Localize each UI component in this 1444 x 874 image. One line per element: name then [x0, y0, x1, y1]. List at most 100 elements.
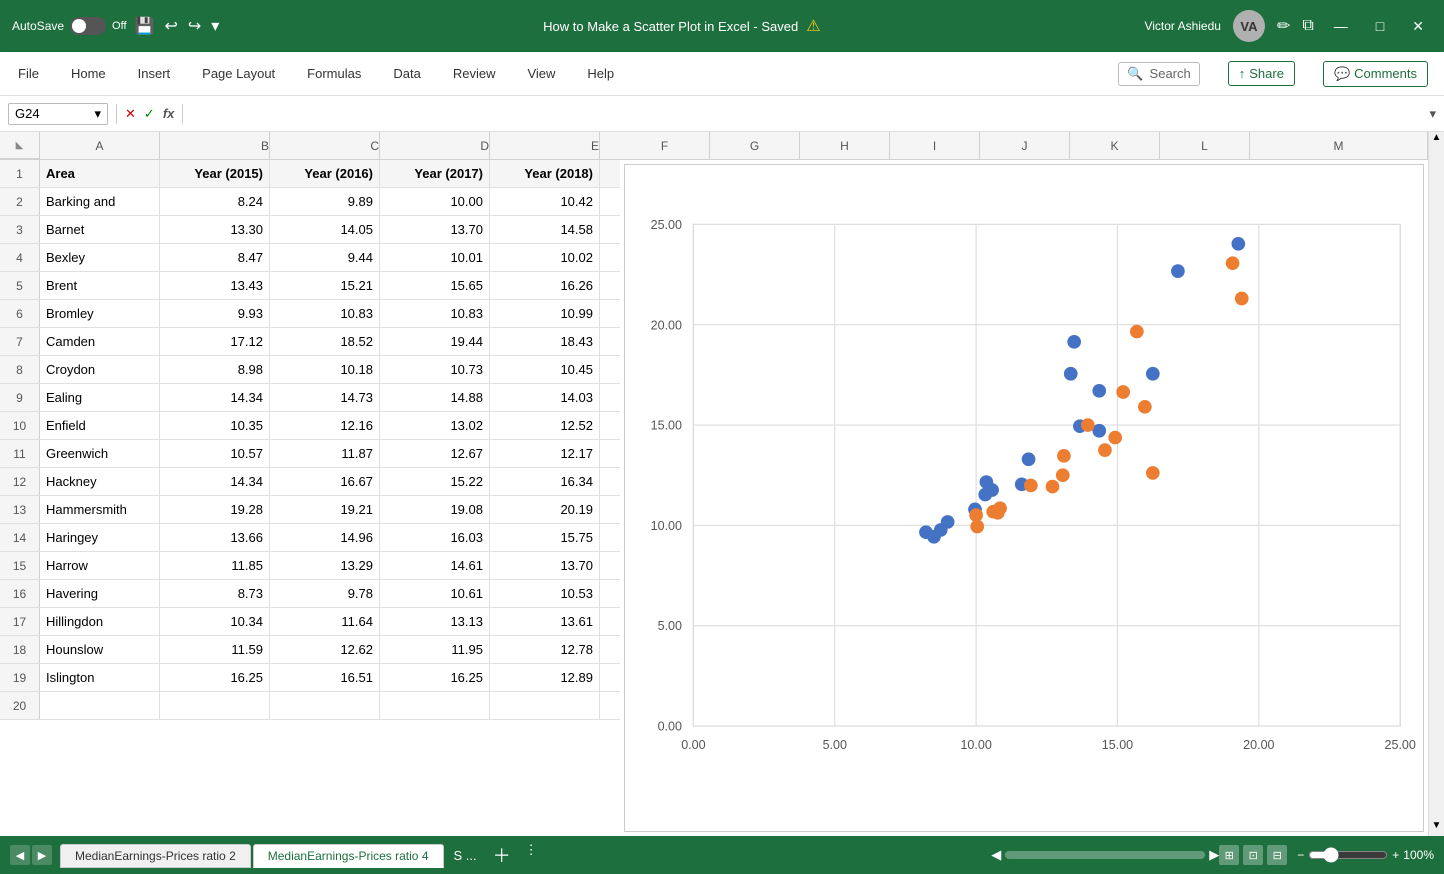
cell-year2018[interactable]: 10.53	[490, 580, 600, 607]
cell-area[interactable]: Hackney	[40, 468, 160, 495]
header-year2015[interactable]: Year (2015)	[160, 160, 270, 187]
ribbon-home[interactable]: Home	[69, 62, 108, 85]
cell-area[interactable]: Harrow	[40, 552, 160, 579]
col-header-h[interactable]: H	[800, 132, 890, 159]
undo-icon[interactable]: ↩	[164, 16, 177, 36]
ribbon-formulas[interactable]: Formulas	[305, 62, 363, 85]
cell-year2017[interactable]: 13.02	[380, 412, 490, 439]
cell-year2016[interactable]: 10.83	[270, 300, 380, 327]
cell-year2015[interactable]: 10.57	[160, 440, 270, 467]
sheet-tab-1[interactable]: MedianEarnings-Prices ratio 2	[60, 844, 251, 868]
col-header-d[interactable]: D	[380, 132, 490, 159]
sheet-options-icon[interactable]: ⋮	[519, 842, 544, 868]
cell-year2016[interactable]: 10.18	[270, 356, 380, 383]
redo-icon[interactable]: ↪	[188, 16, 201, 36]
cell-year2016[interactable]: 11.87	[270, 440, 380, 467]
cell-area[interactable]: Croydon	[40, 356, 160, 383]
cell-area[interactable]: Hillingdon	[40, 608, 160, 635]
pen-icon[interactable]: ✏	[1277, 16, 1290, 36]
select-all-icon[interactable]: ◣	[16, 140, 24, 151]
cell-year2016[interactable]: 12.62	[270, 636, 380, 663]
cell-empty[interactable]	[270, 692, 380, 719]
cell-year2018[interactable]: 15.75	[490, 524, 600, 551]
col-header-l[interactable]: L	[1160, 132, 1250, 159]
normal-view-icon[interactable]: ⊞	[1219, 845, 1239, 865]
cell-year2016[interactable]: 18.52	[270, 328, 380, 355]
cell-year2015[interactable]: 14.34	[160, 384, 270, 411]
cell-year2017[interactable]: 19.08	[380, 496, 490, 523]
col-header-c[interactable]: C	[270, 132, 380, 159]
cell-year2016[interactable]: 16.67	[270, 468, 380, 495]
header-year2016[interactable]: Year (2016)	[270, 160, 380, 187]
cell-year2017[interactable]: 11.95	[380, 636, 490, 663]
cell-area[interactable]: Barnet	[40, 216, 160, 243]
ribbon-file[interactable]: File	[16, 62, 41, 85]
cell-year2018[interactable]: 12.17	[490, 440, 600, 467]
cell-empty[interactable]	[380, 692, 490, 719]
scroll-up-button[interactable]: ▲	[1429, 132, 1444, 148]
cell-year2016[interactable]: 9.44	[270, 244, 380, 271]
ribbon-review[interactable]: Review	[451, 62, 498, 85]
cell-year2018[interactable]: 13.61	[490, 608, 600, 635]
confirm-icon[interactable]: ✓	[144, 106, 155, 122]
cell-year2017[interactable]: 13.13	[380, 608, 490, 635]
cell-year2015[interactable]: 9.93	[160, 300, 270, 327]
fx-icon[interactable]: fx	[163, 106, 175, 121]
header-year2017[interactable]: Year (2017)	[380, 160, 490, 187]
sheet-nav-left[interactable]: ◀	[10, 845, 30, 865]
cell-area[interactable]: Havering	[40, 580, 160, 607]
cell-year2015[interactable]: 17.12	[160, 328, 270, 355]
zoom-out-icon[interactable]: −	[1297, 848, 1304, 862]
cell-year2017[interactable]: 12.67	[380, 440, 490, 467]
cell-year2015[interactable]: 13.30	[160, 216, 270, 243]
cancel-icon[interactable]: ✕	[125, 106, 136, 122]
cell-year2017[interactable]: 10.00	[380, 188, 490, 215]
cell-year2018[interactable]: 16.26	[490, 272, 600, 299]
cell-year2015[interactable]: 10.34	[160, 608, 270, 635]
cell-year2017[interactable]: 16.25	[380, 664, 490, 691]
cell-year2018[interactable]: 12.52	[490, 412, 600, 439]
cell-year2017[interactable]: 16.03	[380, 524, 490, 551]
cell-year2015[interactable]: 19.28	[160, 496, 270, 523]
cell-area[interactable]: Hounslow	[40, 636, 160, 663]
cell-year2017[interactable]: 14.61	[380, 552, 490, 579]
ribbon-insert[interactable]: Insert	[136, 62, 173, 85]
scroll-down-button[interactable]: ▼	[1429, 820, 1444, 836]
cell-year2018[interactable]: 13.70	[490, 552, 600, 579]
cell-year2016[interactable]: 16.51	[270, 664, 380, 691]
avatar[interactable]: VA	[1233, 10, 1265, 42]
col-header-k[interactable]: K	[1070, 132, 1160, 159]
cell-year2017[interactable]: 15.22	[380, 468, 490, 495]
autosave-toggle[interactable]	[70, 17, 106, 35]
cell-area[interactable]: Hammersmith	[40, 496, 160, 523]
sheet-tab-more[interactable]: S ...	[446, 844, 485, 867]
cell-year2017[interactable]: 19.44	[380, 328, 490, 355]
cell-year2018[interactable]: 16.34	[490, 468, 600, 495]
cell-year2018[interactable]: 12.78	[490, 636, 600, 663]
cell-empty[interactable]	[490, 692, 600, 719]
cell-year2016[interactable]: 9.78	[270, 580, 380, 607]
cell-year2016[interactable]: 14.05	[270, 216, 380, 243]
cell-year2017[interactable]: 15.65	[380, 272, 490, 299]
cell-year2018[interactable]: 14.03	[490, 384, 600, 411]
cell-year2017[interactable]: 10.73	[380, 356, 490, 383]
cell-year2015[interactable]: 10.35	[160, 412, 270, 439]
cell-year2016[interactable]: 14.73	[270, 384, 380, 411]
cell-ref-chevron[interactable]: ▾	[94, 106, 101, 122]
cell-year2016[interactable]: 9.89	[270, 188, 380, 215]
col-header-b[interactable]: B	[160, 132, 270, 159]
col-header-a[interactable]: A	[40, 132, 160, 159]
cell-year2016[interactable]: 12.16	[270, 412, 380, 439]
save-icon[interactable]: 💾	[135, 16, 155, 36]
cell-empty[interactable]	[40, 692, 160, 719]
comments-button[interactable]: 💬 Comments	[1323, 61, 1428, 87]
cell-year2015[interactable]: 8.24	[160, 188, 270, 215]
cell-area[interactable]: Greenwich	[40, 440, 160, 467]
cell-year2016[interactable]: 19.21	[270, 496, 380, 523]
cell-area[interactable]: Bromley	[40, 300, 160, 327]
cell-year2016[interactable]: 11.64	[270, 608, 380, 635]
cell-year2016[interactable]: 13.29	[270, 552, 380, 579]
col-header-i[interactable]: I	[890, 132, 980, 159]
cell-year2018[interactable]: 10.42	[490, 188, 600, 215]
cell-empty[interactable]	[160, 692, 270, 719]
